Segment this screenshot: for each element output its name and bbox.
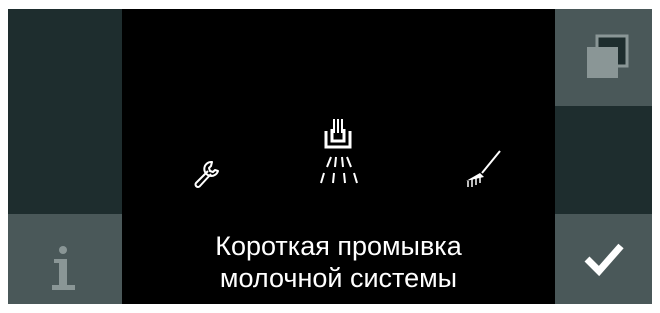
info-icon [52, 246, 75, 290]
copy-button[interactable] [555, 9, 652, 106]
program-caption: Короткая промывка молочной системы [122, 230, 555, 294]
caption-line-1: Короткая промывка [215, 231, 462, 261]
copy-windows-icon [587, 34, 629, 78]
checkmark-icon [584, 243, 624, 277]
info-button[interactable] [8, 214, 122, 304]
milk-system-rinse-icon [320, 119, 358, 184]
wrench-icon [194, 160, 219, 188]
main-content: Короткая промывка молочной системы [122, 9, 555, 304]
display-screen: Короткая промывка молочной системы [8, 9, 652, 304]
confirm-button[interactable] [555, 214, 652, 304]
right-middle-panel [555, 106, 652, 214]
caption-line-2: молочной системы [219, 263, 458, 293]
brush-icon [466, 150, 501, 187]
left-upper-panel [8, 9, 122, 214]
